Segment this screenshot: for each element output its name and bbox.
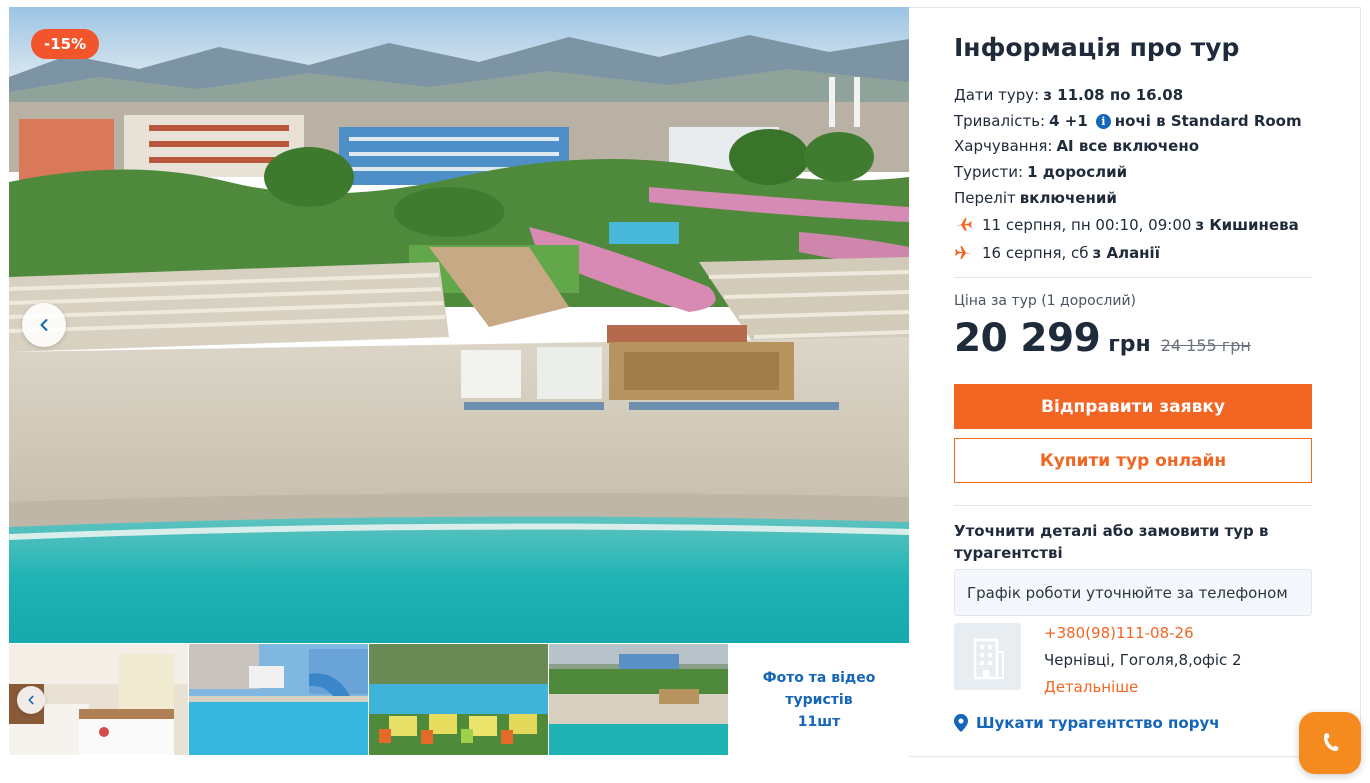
agency-section-title: Уточнити деталі або замовити тур в тураг… <box>954 522 1269 562</box>
tour-tourists-label: Туристи: <box>954 163 1024 181</box>
price-old: 24 155 грн <box>1160 336 1251 355</box>
tourist-media-count: 11шт <box>797 713 841 730</box>
chevron-left-icon <box>40 319 48 331</box>
map-pin-icon <box>954 714 968 732</box>
info-icon[interactable]: i <box>1095 113 1111 129</box>
tour-duration-label: Тривалість: <box>954 112 1046 130</box>
agency-phone-link[interactable]: +380(98)111-08-26 <box>1044 624 1194 642</box>
aerial-thumbnail-image <box>549 644 728 755</box>
agency-schedule-box: Графік роботи уточнюйте за телефоном <box>954 569 1312 616</box>
price-currency: грн <box>1108 332 1151 357</box>
tour-tourists-value: 1 дорослий <box>1027 163 1128 181</box>
tour-flight-value: включений <box>1019 189 1117 207</box>
find-agency-link[interactable]: Шукати турагентство поруч <box>954 714 1220 732</box>
hotel-aerial-image <box>9 7 909 643</box>
tour-tourists-row: Туристи: 1 дорослий <box>954 163 1127 181</box>
tourist-media-line1: Фото та відео <box>762 669 876 686</box>
main-hotel-photo[interactable]: -15% <box>9 7 909 643</box>
photo-gallery: -15% Фото та відео туристів 11шт <box>9 7 909 757</box>
gallery-prev-button[interactable] <box>22 303 66 347</box>
restaurant-thumbnail-image <box>369 644 548 755</box>
call-widget-button[interactable] <box>1299 712 1361 774</box>
tour-meal-value: AI все включено <box>1056 137 1200 155</box>
tour-flight-label: Переліт <box>954 189 1016 207</box>
building-icon <box>973 638 1004 679</box>
tour-room-type: ночі в Standard Room <box>1114 112 1302 130</box>
thumbnail-room[interactable] <box>9 644 189 755</box>
tourist-media-line2: туристів <box>785 691 853 708</box>
agency-details-link[interactable]: Детальніше <box>1044 678 1138 696</box>
tour-info-panel: Інформація про тур Дати туру: з 11.08 по… <box>909 7 1361 757</box>
price-line: 20 299 грн 24 155 грн <box>954 316 1251 361</box>
agency-address: Чернівці, Гоголя,8,офіс 2 <box>1044 651 1242 669</box>
chevron-left-icon <box>28 695 34 705</box>
return-flight-row: 16 серпня, сб з Аланії <box>954 243 1160 262</box>
thumbnail-strip: Фото та відео туристів 11шт <box>9 644 909 755</box>
departure-city: з Кишинева <box>1195 215 1299 234</box>
tour-meal-row: Харчування: AI все включено <box>954 137 1199 155</box>
return-flight-text: 16 серпня, сб <box>982 243 1089 262</box>
tour-meal-label: Харчування: <box>954 137 1053 155</box>
pool-thumbnail-image <box>189 644 368 755</box>
tour-flight-row: Переліт включений <box>954 189 1117 207</box>
departure-flight-text: 11 серпня, пн 00:10, 09:00 <box>982 215 1192 234</box>
price-label: Ціна за тур (1 дорослий) <box>954 293 1137 309</box>
tour-dates-row: Дати туру: з 11.08 по 16.08 <box>954 86 1183 104</box>
send-request-button[interactable]: Відправити заявку <box>954 384 1312 429</box>
tour-dates-value: з 11.08 по 16.08 <box>1043 86 1184 104</box>
find-agency-label: Шукати турагентство поруч <box>976 714 1220 732</box>
divider <box>954 505 1312 506</box>
tourist-media-link[interactable]: Фото та відео туристів 11шт <box>729 644 909 755</box>
tour-dates-label: Дати туру: <box>954 86 1040 104</box>
tour-duration-row: Тривалість: 4 +1 i ночі в Standard Room <box>954 112 1302 130</box>
page-title: Інформація про тур <box>954 33 1240 62</box>
plane-return-icon <box>955 246 972 259</box>
price-current: 20 299 <box>954 316 1101 361</box>
buy-online-button[interactable]: Купити тур онлайн <box>954 438 1312 483</box>
discount-badge: -15% <box>31 29 100 59</box>
divider <box>954 277 1312 278</box>
departure-flight-row: 11 серпня, пн 00:10, 09:00 з Кишинева <box>954 215 1299 234</box>
phone-icon <box>1324 733 1339 752</box>
plane-departure-icon <box>955 218 972 231</box>
thumbnail-aerial[interactable] <box>549 644 729 755</box>
return-city: з Аланії <box>1092 243 1160 262</box>
thumbnail-restaurant[interactable] <box>369 644 549 755</box>
tour-duration-value: 4 +1 <box>1049 112 1088 130</box>
thumbnail-prev-button[interactable] <box>17 686 45 714</box>
agency-logo <box>954 623 1021 690</box>
thumbnail-pool[interactable] <box>189 644 369 755</box>
